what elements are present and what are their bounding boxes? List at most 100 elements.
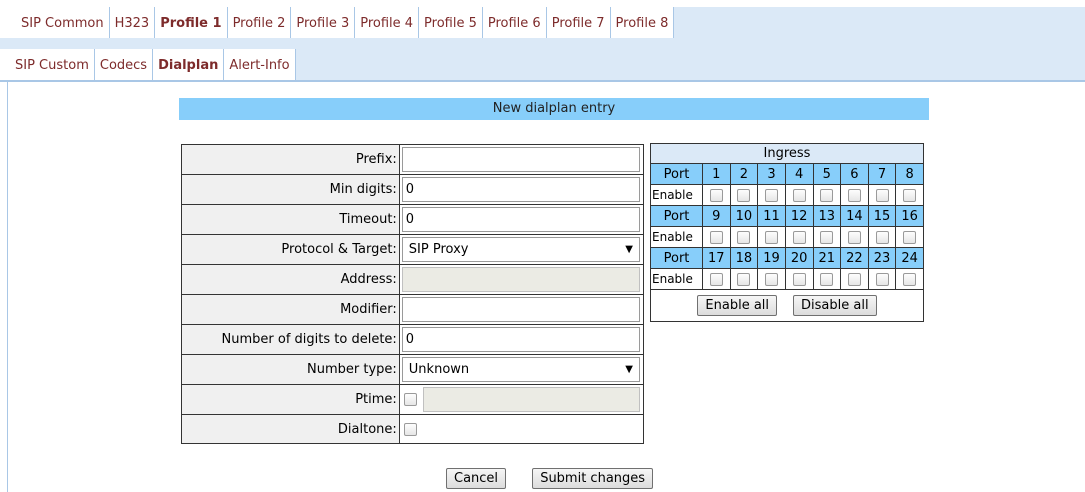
port-number-1: 1 (702, 163, 731, 185)
dialtone-label: Dialtone: (181, 414, 400, 444)
ingress-port-9-checkbox[interactable] (709, 230, 723, 244)
ingress-port-2-checkbox[interactable] (737, 188, 751, 202)
enable-all-button[interactable]: Enable all (697, 295, 778, 316)
tab-profile-8[interactable]: Profile 8 (611, 7, 675, 39)
port-number-14: 14 (840, 205, 869, 227)
cancel-button[interactable]: Cancel (446, 468, 507, 489)
modifier-label: Modifier: (181, 294, 400, 325)
ingress-port-3-checkbox[interactable] (765, 188, 779, 202)
number-type-label: Number type: (181, 354, 400, 385)
min-digits-input[interactable]: 0 (401, 177, 640, 202)
ingress-port-10-checkbox[interactable] (737, 230, 751, 244)
ptime-input (422, 387, 640, 412)
ingress-port-13-checkbox[interactable] (820, 230, 834, 244)
port-number-10: 10 (729, 205, 759, 227)
ingress-port-20-checkbox[interactable] (792, 272, 806, 286)
sub-tab-bar: SIP Custom Codecs Dialplan Alert-Info (0, 49, 1085, 81)
port-label: Port (650, 205, 703, 227)
prefix-input[interactable] (401, 147, 640, 172)
address-input (401, 267, 640, 292)
address-label: Address: (181, 264, 400, 295)
content-left-border (7, 82, 8, 492)
port-number-18: 18 (729, 247, 759, 269)
subtab-sip-custom[interactable]: SIP Custom (10, 49, 95, 81)
port-number-23: 23 (867, 247, 897, 269)
tab-profile-5[interactable]: Profile 5 (419, 7, 483, 39)
port-number-24: 24 (895, 247, 924, 269)
protocol-target-value: SIP Proxy (408, 242, 469, 257)
subtab-codecs[interactable]: Codecs (95, 49, 154, 81)
form-actions: Cancel Submit changes (446, 468, 659, 489)
subtab-dialplan[interactable]: Dialplan (153, 49, 225, 81)
port-number-15: 15 (867, 205, 897, 227)
enable-label: Enable (650, 268, 703, 290)
chevron-down-icon: ▼ (625, 364, 633, 375)
enable-label: Enable (650, 184, 703, 206)
tab-h323[interactable]: H323 (110, 7, 156, 39)
sub-tab-divider (0, 80, 1085, 82)
submit-changes-button[interactable]: Submit changes (532, 468, 654, 489)
disable-all-button[interactable]: Disable all (793, 295, 877, 316)
ingress-port-22-checkbox[interactable] (847, 272, 861, 286)
ingress-port-16-checkbox[interactable] (903, 230, 917, 244)
protocol-target-label: Protocol & Target: (181, 234, 400, 265)
port-label: Port (650, 247, 703, 269)
enable-label: Enable (650, 226, 703, 248)
port-number-22: 22 (840, 247, 869, 269)
ingress-port-19-checkbox[interactable] (765, 272, 779, 286)
timeout-label: Timeout: (181, 204, 400, 235)
number-type-value: Unknown (408, 362, 470, 377)
digits-to-delete-label: Number of digits to delete: (181, 324, 400, 355)
tab-profile-4[interactable]: Profile 4 (355, 7, 420, 39)
port-number-7: 7 (867, 163, 897, 185)
ingress-port-7-checkbox[interactable] (875, 188, 889, 202)
port-number-21: 21 (812, 247, 842, 269)
port-number-16: 16 (895, 205, 924, 227)
timeout-input[interactable]: 0 (401, 207, 640, 232)
ingress-port-15-checkbox[interactable] (875, 230, 889, 244)
port-number-12: 12 (784, 205, 814, 227)
protocol-target-select[interactable]: SIP Proxy ▼ (401, 237, 640, 262)
ingress-port-5-checkbox[interactable] (820, 188, 834, 202)
ingress-port-14-checkbox[interactable] (847, 230, 861, 244)
ingress-port-8-checkbox[interactable] (903, 188, 917, 202)
port-number-9: 9 (702, 205, 731, 227)
number-type-select[interactable]: Unknown ▼ (401, 357, 640, 382)
ingress-port-17-checkbox[interactable] (709, 272, 723, 286)
port-number-2: 2 (729, 163, 759, 185)
port-number-13: 13 (812, 205, 842, 227)
ingress-port-6-checkbox[interactable] (847, 188, 861, 202)
port-number-11: 11 (757, 205, 786, 227)
ingress-port-4-checkbox[interactable] (792, 188, 806, 202)
sub-tab-bar-fill (295, 49, 1085, 81)
dialplan-form: Prefix: Min digits: 0 Timeout: 0 Protoco… (181, 144, 645, 444)
dialtone-checkbox[interactable] (403, 422, 417, 436)
tab-profile-2[interactable]: Profile 2 (228, 7, 292, 39)
min-digits-label: Min digits: (181, 174, 400, 205)
ingress-port-24-checkbox[interactable] (903, 272, 917, 286)
digits-to-delete-input[interactable]: 0 (401, 327, 640, 352)
ingress-port-23-checkbox[interactable] (875, 272, 889, 286)
ingress-port-11-checkbox[interactable] (765, 230, 779, 244)
prefix-label: Prefix: (181, 144, 400, 175)
tab-profile-3[interactable]: Profile 3 (291, 7, 356, 39)
ingress-port-21-checkbox[interactable] (820, 272, 834, 286)
tab-profile-1[interactable]: Profile 1 (155, 7, 228, 39)
subtab-alert-info[interactable]: Alert-Info (224, 49, 296, 81)
ingress-table: Ingress Port 1 2 3 4 5 6 7 8 Enable Port 9 10 11 12 13 1… (650, 143, 924, 322)
tab-bar-divider (0, 38, 1085, 49)
tab-profile-7[interactable]: Profile 7 (547, 7, 611, 39)
ingress-port-1-checkbox[interactable] (709, 188, 723, 202)
ingress-title: Ingress (650, 143, 924, 164)
tab-sip-common[interactable]: SIP Common (10, 7, 110, 39)
port-number-20: 20 (784, 247, 814, 269)
tab-profile-6[interactable]: Profile 6 (483, 7, 547, 39)
ingress-port-12-checkbox[interactable] (792, 230, 806, 244)
ingress-port-18-checkbox[interactable] (737, 272, 751, 286)
port-number-3: 3 (757, 163, 786, 185)
chevron-down-icon: ▼ (625, 244, 633, 255)
port-label: Port (650, 163, 703, 185)
ptime-checkbox[interactable] (403, 393, 417, 406)
top-tab-bar: SIP Common H323 Profile 1 Profile 2 Profile … (0, 7, 1085, 39)
modifier-input[interactable] (401, 297, 640, 322)
